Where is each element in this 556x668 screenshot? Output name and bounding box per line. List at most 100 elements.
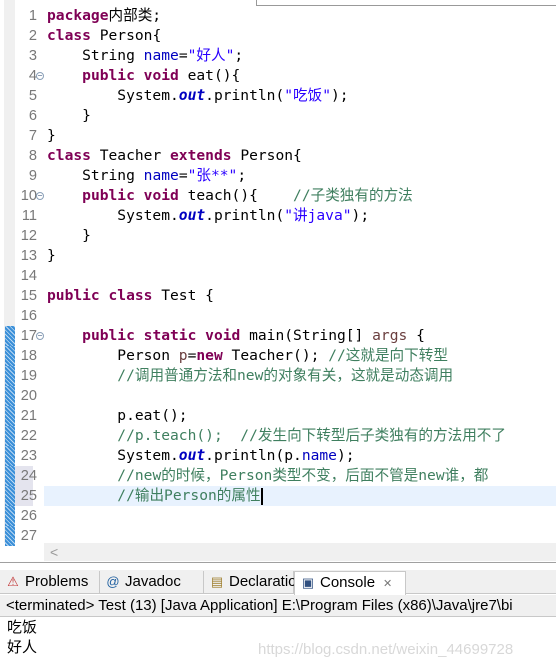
code-line[interactable]: 24 //new的时候，Person类型不变，后面不管是new谁，都 [0,466,556,486]
line-number: 7 [28,128,37,144]
line-number: 9 [28,168,37,184]
line-number: 3 [28,48,37,64]
code-token: out [178,87,206,104]
code-line[interactable]: 10− public void teach(){ //子类独有的方法 [0,186,556,206]
code-line[interactable]: 22 //p.teach(); //发生向下转型后子类独有的方法用不了 [0,426,556,446]
tab-console[interactable]: ▣ Console ✕ [294,571,406,595]
code-line[interactable]: 26 [0,506,556,526]
code-token: void [134,67,179,84]
code-token: } [47,107,91,124]
code-line[interactable]: 19 //调用普通方法和new的对象有关，这就是动态调用 [0,366,556,386]
code-token: ; [237,167,247,184]
tab-problems[interactable]: ⚠ Problems [0,571,100,594]
fold-collapse-icon[interactable]: − [36,332,44,340]
code-line[interactable]: 16 [0,306,556,326]
code-line[interactable]: 20 [0,386,556,406]
code-text: } [47,246,56,266]
line-number: 1 [28,8,37,24]
code-token: Teacher(); [222,347,329,364]
console-output[interactable]: 吃饭 好人 [7,618,37,658]
change-marker [5,366,15,386]
code-token: eat(){ [178,67,241,84]
scroll-left-arrow[interactable]: < [50,543,58,561]
code-lines[interactable]: 1 package内部类; 2 class Person{3 String name=… [0,6,556,546]
code-token: new [196,347,223,364]
console-output-line: 好人 [7,639,38,656]
code-token: .println(p. [205,447,302,464]
code-line[interactable]: 14 [0,266,556,286]
code-token: //new的时候，Person类型不变，后面不管是new谁，都 [117,467,489,484]
line-number: 19 [20,368,37,384]
line-number: 18 [20,348,37,364]
line-number: 14 [20,268,37,284]
tab-declaration[interactable]: ▤ Declaration [204,571,305,594]
code-text: public static void main(String[] args { [47,326,425,346]
code-line[interactable]: 1 package内部类; [0,6,556,26]
code-text: p.eat(); [47,406,188,426]
code-line[interactable]: 17− public static void main(String[] arg… [0,326,556,346]
text-caret [260,487,263,505]
line-number: 11 [21,208,37,224]
close-icon[interactable]: ✕ [383,578,392,590]
fold-collapse-icon[interactable]: − [36,192,44,200]
line-number: 26 [20,508,37,524]
code-line[interactable]: 18 Person p=new Teacher(); //这就是向下转型 [0,346,556,366]
code-line[interactable]: 2 class Person{ [0,26,556,46]
code-token: ; [234,47,244,64]
code-text: String name="好人"; [47,46,243,66]
code-token: System. [47,447,179,464]
tab-javadoc[interactable]: @ Javadoc [100,571,204,594]
code-text: public class Test { [47,286,214,306]
line-number: 21 [20,408,37,424]
code-token: "吃饭" [284,87,331,104]
code-line[interactable]: 4− public void eat(){ [0,66,556,86]
horizontal-scrollbar[interactable]: < [44,543,556,561]
line-number: 20 [20,388,37,404]
code-text: } [47,226,91,246]
code-line[interactable]: 15 public class Test { [0,286,556,306]
code-token: { [407,327,425,344]
code-line[interactable]: 21 p.eat(); [0,406,556,426]
code-token: ); [336,447,355,464]
code-line[interactable]: 12 } [0,226,556,246]
code-token: void [134,187,179,204]
change-marker [5,486,15,506]
code-line[interactable]: 6 } [0,106,556,126]
code-line[interactable]: 9 String name="张**"; [0,166,556,186]
code-token: name [301,447,337,464]
change-marker [5,466,15,486]
code-token: System. [47,87,179,104]
line-number: 2 [28,28,37,44]
code-editor[interactable]: 1 package内部类; 2 class Person{3 String name=… [0,0,556,563]
code-line[interactable]: 5 System.out.println("吃饭"); [0,86,556,106]
code-token: Person [47,347,179,364]
line-number: 10 [20,188,37,204]
code-line[interactable]: 8 class Teacher extends Person{ [0,146,556,166]
fold-collapse-icon[interactable]: − [36,72,44,80]
code-token: public [82,67,135,84]
change-marker [5,326,15,346]
code-token: p.eat(); [47,407,188,424]
problems-icon: ⚠ [7,574,19,589]
code-token: 内部类; [108,7,162,24]
code-text: public void eat(){ [47,66,240,86]
code-token: Person{ [90,27,162,44]
code-text: } [47,106,91,126]
line-number: 16 [20,308,37,324]
code-line[interactable]: 25 //输出Person的属性 [0,486,556,506]
code-line[interactable]: 7} [0,126,556,146]
line-number: 25 [20,488,37,504]
code-line[interactable]: 3 String name="好人"; [0,46,556,66]
code-line[interactable]: 13} [0,246,556,266]
code-token: System. [47,207,179,224]
line-number: 27 [20,528,37,544]
code-token: //p.teach(); //发生向下转型后子类独有的方法用不了 [117,427,506,444]
change-marker [5,446,15,466]
code-line[interactable]: 23 System.out.println(p.name); [0,446,556,466]
code-line[interactable]: 11 System.out.println("讲java"); [0,206,556,226]
